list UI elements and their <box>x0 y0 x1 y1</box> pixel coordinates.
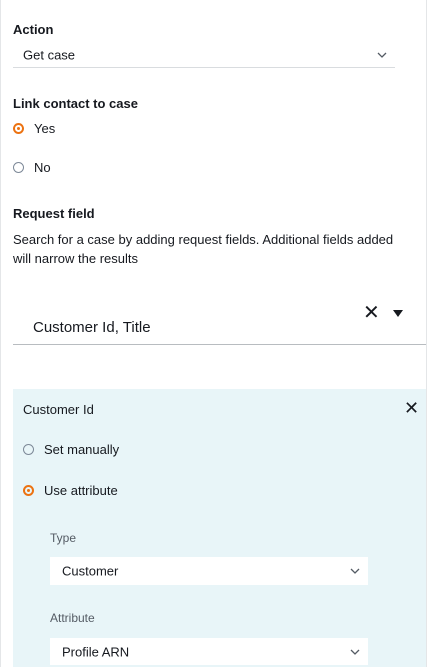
chevron-down-icon <box>377 52 387 58</box>
action-select[interactable]: Get case <box>13 42 395 68</box>
action-select-value: Get case <box>23 47 76 62</box>
customer-id-panel: Customer Id ✕ Set manually Use attribute… <box>13 389 426 667</box>
radio-set-manually-label: Set manually <box>44 441 120 457</box>
radio-use-attribute-label: Use attribute <box>44 482 118 498</box>
request-field-description: Search for a case by adding request fiel… <box>13 232 394 266</box>
attribute-select-value: Profile ARN <box>62 644 130 659</box>
request-field-multiselect[interactable]: Customer Id, Title ✕ <box>13 296 426 345</box>
type-select[interactable]: Customer <box>50 557 368 585</box>
left-border <box>0 0 1 667</box>
close-icon[interactable]: ✕ <box>363 303 380 323</box>
radio-unchecked-icon <box>23 443 34 455</box>
radio-yes-label: Yes <box>34 120 56 136</box>
close-icon[interactable]: ✕ <box>404 399 419 417</box>
request-field-label: Request field <box>13 206 95 221</box>
attribute-select[interactable]: Profile ARN <box>50 638 368 665</box>
panel-title: Customer Id <box>23 402 94 417</box>
radio-checked-icon <box>13 122 24 134</box>
type-select-value: Customer <box>62 563 119 579</box>
radio-set-manually[interactable]: Set manually <box>23 439 119 459</box>
radio-unchecked-icon <box>13 161 24 173</box>
multiselect-value: Customer Id, Title <box>33 319 151 336</box>
attribute-label: Attribute <box>50 611 95 625</box>
caret-down-icon[interactable] <box>393 310 403 317</box>
chevron-down-icon <box>350 649 360 655</box>
radio-use-attribute[interactable]: Use attribute <box>23 480 118 500</box>
radio-checked-icon <box>23 484 34 496</box>
type-label: Type <box>50 531 77 545</box>
radio-no[interactable]: No <box>13 157 51 177</box>
action-label: Action <box>13 22 54 37</box>
radio-yes[interactable]: Yes <box>13 118 55 138</box>
radio-no-label: No <box>34 159 51 175</box>
link-contact-label: Link contact to case <box>13 96 138 111</box>
chevron-down-icon <box>350 568 360 574</box>
